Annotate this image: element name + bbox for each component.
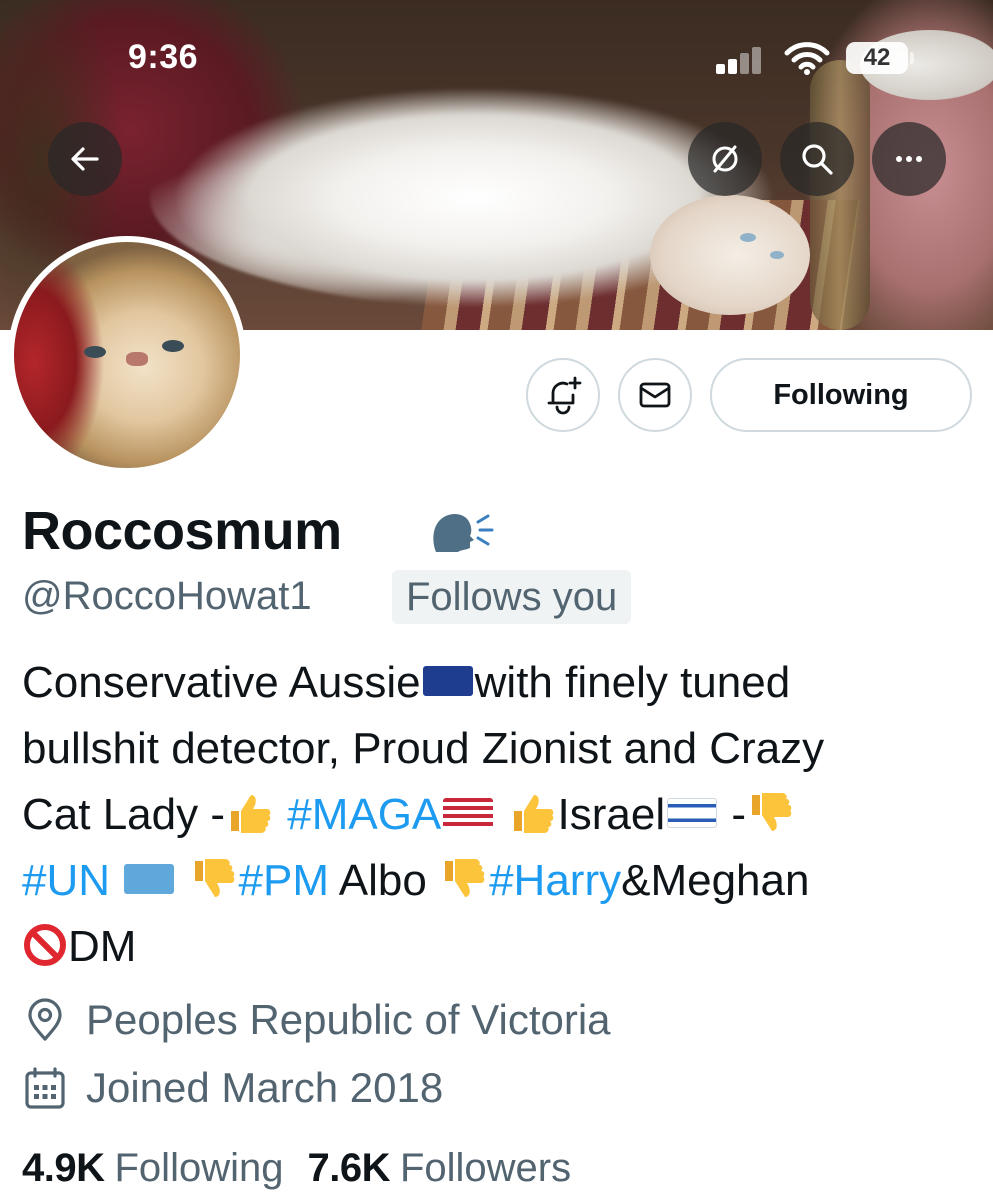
following-count: 4.9K — [22, 1146, 105, 1190]
flag-un-icon — [124, 864, 175, 895]
profile-bio: Conservative Aussie with finely tuned bul… — [22, 650, 972, 980]
slashed-circle-icon — [712, 145, 738, 173]
bio-text: - — [719, 790, 746, 839]
bio-text: Albo — [328, 856, 440, 905]
hashtag-link[interactable]: #Harry — [489, 856, 621, 905]
location-text: Peoples Republic of Victoria — [86, 996, 611, 1043]
following-stat[interactable]: 4.9K Following — [22, 1146, 283, 1191]
banner-cat-head — [650, 195, 810, 315]
back-arrow-icon — [71, 147, 99, 171]
notifications-button[interactable] — [526, 358, 600, 432]
bio-line-2: bullshit detector, Proud Zionist and Cra… — [22, 716, 972, 782]
speaking-head-icon — [433, 514, 494, 552]
cellular-signal-icon — [716, 46, 766, 74]
flag-israel-icon — [667, 798, 718, 829]
joined-date: Joined March 2018 — [86, 1064, 444, 1111]
envelope-icon — [639, 382, 671, 408]
avatar-nose — [126, 352, 148, 366]
bio-text: Conservative Aussie — [22, 658, 421, 707]
thumbs-down-icon — [746, 791, 796, 835]
flag-australia-icon — [422, 666, 473, 697]
search-icon — [802, 144, 833, 175]
thumbs-down-icon — [189, 857, 239, 901]
location-pin-icon — [28, 998, 62, 1041]
flag-usa-icon — [443, 798, 494, 829]
avatar-eye-left — [84, 346, 106, 358]
following-button[interactable]: Following — [710, 358, 972, 432]
status-time: 9:36 — [128, 38, 199, 76]
display-name: Roccosmum — [22, 501, 342, 561]
thumbs-up-icon — [508, 791, 558, 835]
translate-button[interactable] — [688, 122, 762, 196]
profile-avatar[interactable] — [8, 236, 246, 474]
calendar-icon — [25, 1067, 65, 1109]
wifi-icon — [784, 42, 830, 75]
bio-line-5: DM — [22, 914, 972, 980]
prohibited-icon — [22, 923, 68, 967]
following-stat-label: Following — [114, 1146, 284, 1190]
thumbs-up-icon — [225, 791, 275, 835]
search-button[interactable] — [780, 122, 854, 196]
battery-tip — [910, 52, 914, 64]
battery-level: 42 — [863, 44, 891, 71]
bio-text: Cat Lady - — [22, 790, 225, 839]
follows-you-badge: Follows you — [392, 570, 632, 624]
hashtag-link[interactable]: #MAGA — [287, 790, 441, 839]
thumbs-down-icon — [439, 857, 489, 901]
more-button[interactable] — [872, 122, 946, 196]
bio-text: with finely tuned — [474, 658, 791, 707]
followers-stat[interactable]: 7.6K Followers — [307, 1146, 571, 1191]
joined-row: Joined March 2018 — [22, 1060, 443, 1116]
follows-you-label: Follows you — [406, 574, 618, 619]
follow-stats: 4.9K Following 7.6K Followers — [22, 1146, 571, 1191]
bio-text: &Meghan — [621, 856, 810, 905]
location-row: Peoples Republic of Victoria — [22, 992, 611, 1048]
bio-line-3: Cat Lady - #MAGA Israel - — [22, 782, 972, 848]
back-button[interactable] — [48, 122, 122, 196]
hashtag-link[interactable]: #PM — [239, 856, 329, 905]
hashtag-link[interactable]: #UN — [22, 856, 110, 905]
more-icon — [896, 156, 922, 162]
user-handle: @RoccoHowat1 — [22, 574, 312, 618]
bio-text: DM — [68, 922, 137, 971]
bio-text: bullshit detector, Proud Zionist and Cra… — [22, 724, 825, 773]
battery-indicator: 42 — [846, 42, 908, 74]
message-button[interactable] — [618, 358, 692, 432]
bell-plus-icon — [547, 376, 582, 415]
following-button-label: Following — [773, 378, 909, 411]
followers-count: 7.6K — [307, 1146, 390, 1190]
bio-text: Israel — [557, 790, 666, 839]
followers-stat-label: Followers — [399, 1146, 572, 1190]
avatar-eye-right — [162, 340, 184, 352]
bio-line-4: #UN #PM Albo #Harry&Meghan — [22, 848, 972, 914]
bio-line-1: Conservative Aussie with finely tuned — [22, 650, 972, 716]
